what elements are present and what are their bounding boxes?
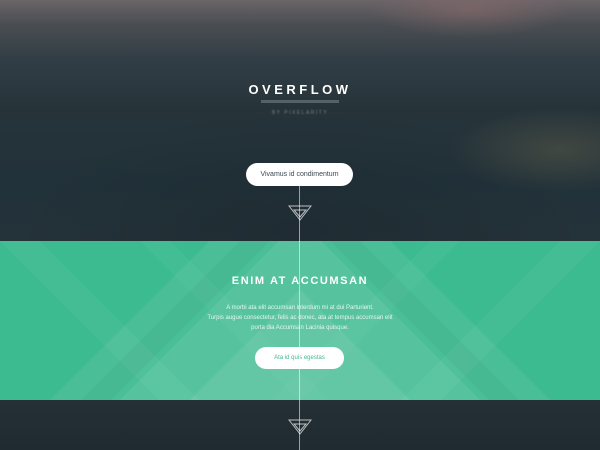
down-triangle-icon: [288, 419, 312, 435]
features-description: A morbi ata elit accumsan interdum mi at…: [0, 303, 600, 333]
site-subtitle: BY PIXELARITY: [271, 110, 329, 116]
description-line: A morbi ata elit accumsan interdum mi at…: [226, 305, 374, 311]
description-line: porta dia Accumsan Lacinia quisque.: [251, 325, 349, 331]
hero-cta-button[interactable]: Vivamus id condimentum: [246, 163, 353, 186]
down-triangle-icon: [288, 205, 312, 221]
title-underline: [261, 100, 339, 103]
description-line: Turpis augue consectetur, felis ac donec…: [207, 315, 393, 321]
features-title: ENIM AT ACCUMSAN: [231, 275, 369, 287]
site-title: OVERFLOW: [248, 82, 352, 97]
